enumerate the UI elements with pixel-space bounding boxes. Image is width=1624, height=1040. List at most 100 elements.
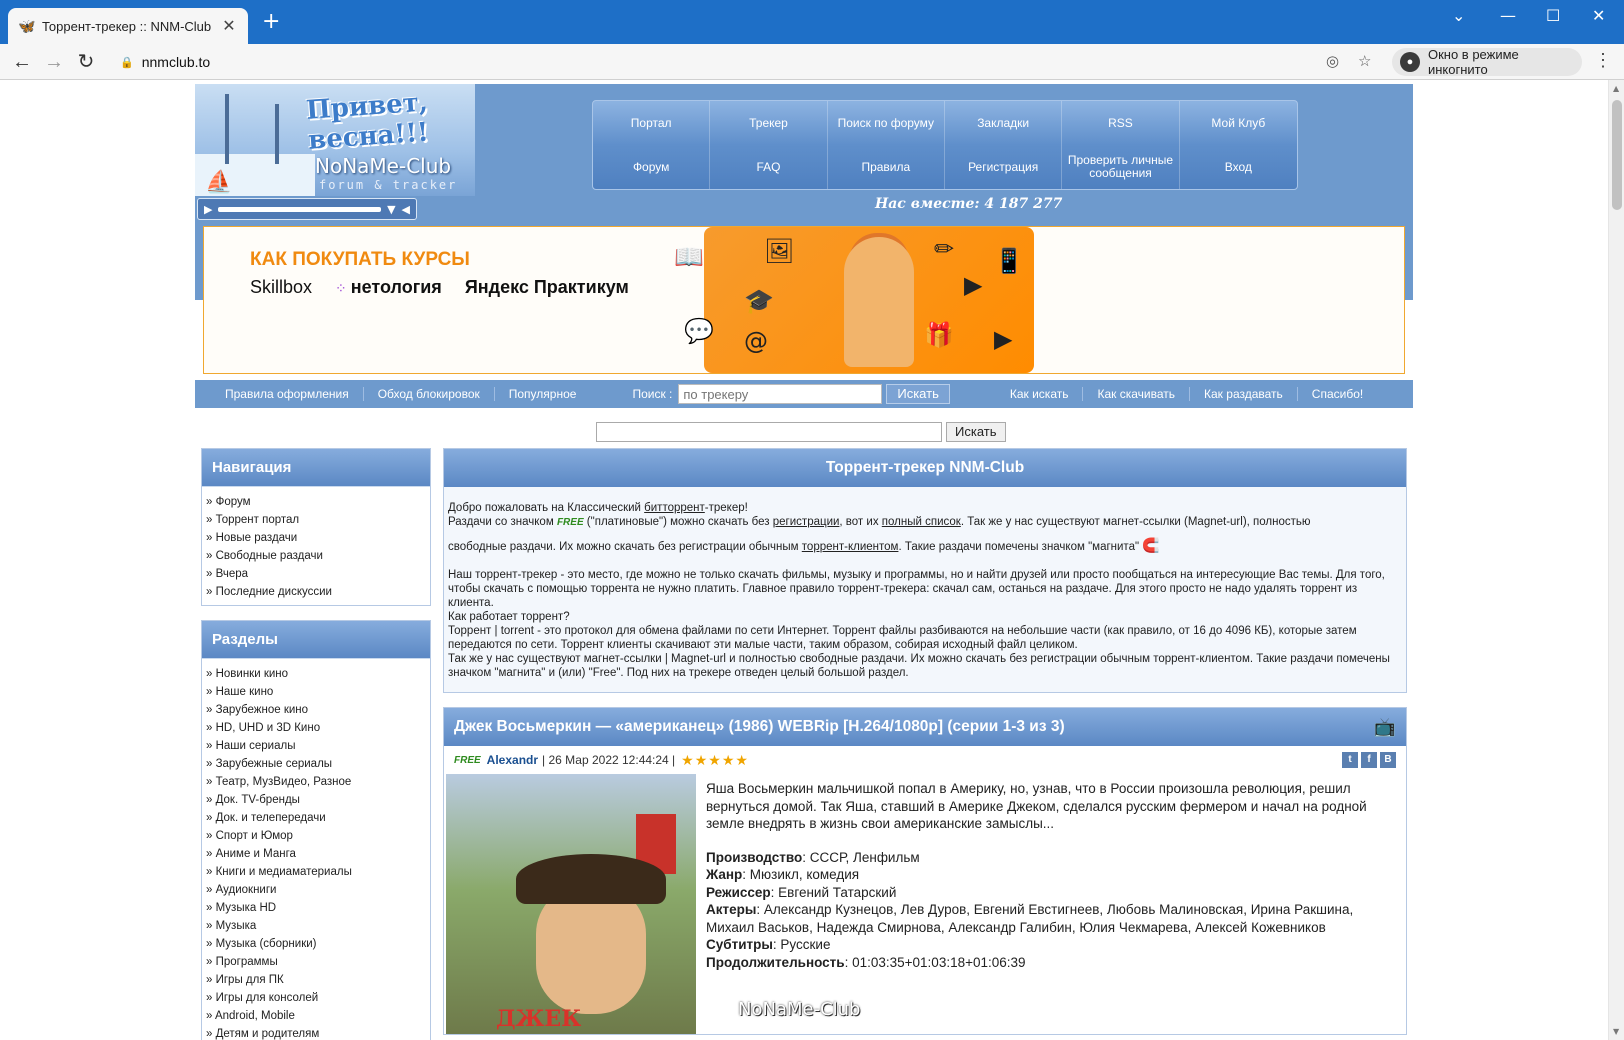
back-icon[interactable]: ← (10, 50, 34, 74)
link-how-to-seed[interactable]: Как раздавать (1190, 387, 1298, 401)
nav-my-club[interactable]: Мой Клуб (1180, 101, 1297, 145)
link-popular[interactable]: Популярное (495, 387, 591, 401)
page-scrollbar[interactable]: ▲ ▼ (1608, 80, 1624, 1040)
eye-off-icon[interactable]: ◎ (1326, 52, 1339, 70)
browser-toolbar: ← → ↻ 🔒 nnmclub.to ◎ ☆ ● Окно в режиме и… (0, 44, 1624, 80)
close-window-icon[interactable]: ✕ (1592, 6, 1605, 25)
nav-forum[interactable]: Форум (593, 145, 711, 189)
scroll-up-icon[interactable]: ▲ (1613, 84, 1619, 93)
menu-icon[interactable]: ⋮ (1594, 50, 1612, 71)
release-date: | 26 Мар 2022 12:44:24 | (542, 753, 676, 767)
banner-headline: КАК ПОКУПАТЬ КУРСЫ (250, 249, 470, 270)
section-item[interactable]: Наше кино (206, 683, 426, 701)
scroll-down-icon[interactable]: ▼ (1613, 1027, 1619, 1036)
section-item[interactable]: HD, UHD и 3D Кино (206, 719, 426, 737)
scrollbar-thumb[interactable] (1612, 100, 1622, 210)
release-field: Продолжительность: 01:03:35+01:03:18+01:… (706, 954, 1026, 970)
nav-rules[interactable]: Правила (828, 145, 945, 189)
sidebar-item-forum[interactable]: Форум (206, 493, 426, 511)
nav-register[interactable]: Регистрация (945, 145, 1063, 189)
maximize-icon[interactable]: ☐ (1546, 6, 1560, 25)
link-registration[interactable]: регистрации (773, 516, 840, 528)
nav-rss[interactable]: RSS (1062, 101, 1180, 145)
section-item[interactable]: Зарубежное кино (206, 701, 426, 719)
minimize-icon[interactable]: — (1500, 6, 1516, 25)
section-item[interactable]: Музыка (206, 917, 426, 935)
release-field: Производство: СССР, Ленфильм (706, 849, 920, 865)
release-poster[interactable]: ДЖЕК (446, 774, 696, 1034)
navigation-title: Навигация (202, 449, 430, 487)
section-item[interactable]: Док. TV-бренды (206, 791, 426, 809)
nav-tracker[interactable]: Трекер (710, 101, 828, 145)
section-item[interactable]: Детям и родителям (206, 1025, 426, 1040)
close-tab-icon[interactable]: ✕ (220, 16, 238, 36)
nav-login[interactable]: Вход (1180, 145, 1297, 189)
address-bar[interactable]: 🔒 nnmclub.to (110, 48, 1390, 76)
link-how-to-download[interactable]: Как скачивать (1083, 387, 1191, 401)
free-badge: FREE (454, 754, 481, 766)
section-item[interactable]: Музыка HD (206, 899, 426, 917)
section-item[interactable]: Театр, МузВидео, Разное (206, 773, 426, 791)
section-item[interactable]: Аниме и Манга (206, 845, 426, 863)
release-meta: FREE Alexandr | 26 Мар 2022 12:44:24 | ★… (444, 746, 1406, 774)
site-logo[interactable]: ⛵ Привет, весна!!! NoNaMe-Club forum & t… (195, 84, 475, 196)
nav-portal[interactable]: Портал (593, 101, 711, 145)
section-item[interactable]: Зарубежные сериалы (206, 755, 426, 773)
sidebar-item-recent-discussions[interactable]: Последние дискуссии (206, 583, 426, 601)
sidebar-item-torrent-portal[interactable]: Торрент портал (206, 511, 426, 529)
tracker-search-button[interactable]: Искать (886, 384, 950, 404)
section-item[interactable]: Игры для ПК (206, 971, 426, 989)
link-bypass-blocking[interactable]: Обход блокировок (364, 387, 495, 401)
nav-forum-search[interactable]: Поиск по форуму (828, 101, 945, 145)
vk-share-icon[interactable]: В (1380, 752, 1396, 768)
intro-text: Добро пожаловать на Классический битторр… (444, 487, 1406, 692)
sidebar-item-free-releases[interactable]: Свободные раздачи (206, 547, 426, 565)
link-design-rules[interactable]: Правила оформления (211, 387, 364, 401)
player-progress[interactable] (218, 206, 382, 212)
link-how-to-search[interactable]: Как искать (996, 387, 1084, 401)
section-item[interactable]: Аудиокниги (206, 881, 426, 899)
incognito-indicator[interactable]: ● Окно в режиме инкогнито (1392, 47, 1582, 77)
browser-tab[interactable]: 🦋 Торрент-трекер :: NNM-Club ✕ (8, 8, 248, 44)
play-icon[interactable]: ▶ (204, 203, 212, 216)
intro-question: Как работает торрент? (448, 611, 570, 623)
nav-check-messages[interactable]: Проверить личные сообщения (1062, 145, 1180, 189)
facebook-share-icon[interactable]: f (1361, 752, 1377, 768)
section-item[interactable]: Новинки кино (206, 665, 426, 683)
section-item[interactable]: Наши сериалы (206, 737, 426, 755)
link-full-list[interactable]: полный список (882, 516, 961, 528)
phone-icon: 📱 (994, 247, 1024, 275)
sidebar-item-yesterday[interactable]: Вчера (206, 565, 426, 583)
new-tab-icon[interactable]: + (262, 11, 280, 33)
bookmark-star-icon[interactable]: ☆ (1358, 52, 1371, 70)
ad-banner[interactable]: КАК ПОКУПАТЬ КУРСЫ Skillbox ⁘ нетология Я… (203, 226, 1405, 374)
main-content: Торрент-трекер NNM-Club Добро пожаловать… (443, 448, 1407, 1035)
release-title[interactable]: Джек Восьмеркин — «американец» (1986) WE… (444, 708, 1406, 746)
section-item[interactable]: Android, Mobile (206, 1007, 426, 1025)
reload-icon[interactable]: ↻ (74, 50, 98, 74)
section-item[interactable]: Игры для консолей (206, 989, 426, 1007)
dropdown-icon[interactable]: ▼ (387, 203, 395, 216)
section-item[interactable]: Спорт и Юмор (206, 827, 426, 845)
section-item[interactable]: Книги и медиаматериалы (206, 863, 426, 881)
volume-icon[interactable]: ◀ (402, 203, 410, 216)
site-search-input[interactable] (596, 422, 942, 442)
link-torrent-client[interactable]: торрент-клиентом (802, 541, 899, 553)
browser-titlebar: 🦋 Торрент-трекер :: NNM-Club ✕ + ⌄ — ☐ ✕ (0, 0, 1624, 44)
section-item[interactable]: Док. и телепередачи (206, 809, 426, 827)
sidebar-item-new-releases[interactable]: Новые раздачи (206, 529, 426, 547)
boat-icon: ⛵ (205, 170, 233, 195)
forward-icon[interactable]: → (42, 50, 66, 74)
tracker-search-input[interactable] (678, 384, 883, 404)
section-item[interactable]: Музыка (сборники) (206, 935, 426, 953)
nav-bookmarks[interactable]: Закладки (945, 101, 1063, 145)
link-bittorrent[interactable]: битторрент (644, 502, 705, 514)
site-search-button[interactable]: Искать (946, 422, 1006, 442)
link-thanks[interactable]: Спасибо! (1298, 387, 1377, 401)
tab-search-icon[interactable]: ⌄ (1452, 6, 1465, 25)
author-link[interactable]: Alexandr (487, 753, 538, 767)
incognito-icon: ● (1400, 52, 1420, 72)
twitter-share-icon[interactable]: t (1342, 752, 1358, 768)
nav-faq[interactable]: FAQ (710, 145, 828, 189)
section-item[interactable]: Программы (206, 953, 426, 971)
